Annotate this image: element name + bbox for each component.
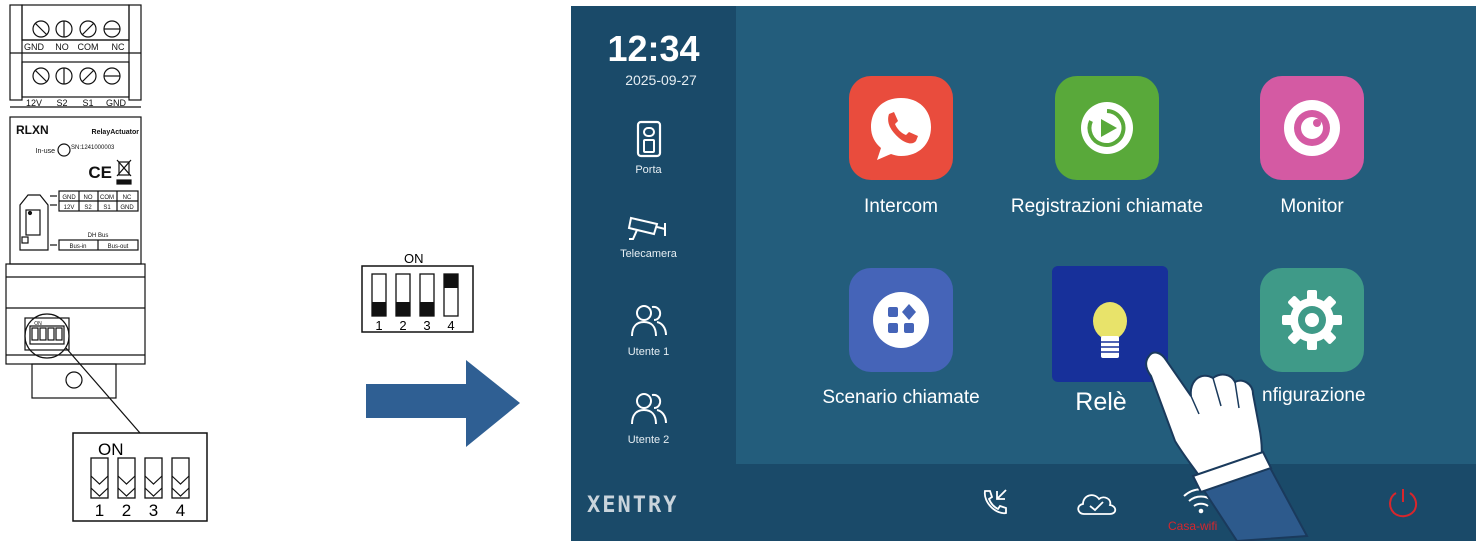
module-brand: RLXN (16, 123, 49, 137)
wiring-cell: S2 (84, 205, 92, 211)
app-intercom[interactable] (849, 76, 953, 180)
app-registrazioni-chiamate[interactable] (1055, 76, 1159, 180)
dip-on-label: ON (404, 251, 424, 266)
wiring-cell: GND (62, 195, 76, 201)
bottom-terminal-block (21, 61, 130, 98)
dip-switch-set: ON 1 2 3 4 (361, 251, 474, 333)
dip-number: 1 (375, 318, 382, 333)
terminal-label: NO (55, 42, 69, 52)
sidebar-item-utente-2[interactable]: Utente 2 (606, 390, 691, 446)
terminal-label: GND (24, 42, 45, 52)
ce-mark: CE (88, 163, 112, 182)
date: 2025-09-27 (625, 72, 697, 88)
dip-number: 3 (423, 318, 430, 333)
wiring-cell: 12V (64, 205, 75, 211)
wiring-cell: NC (123, 195, 132, 201)
module-model: RelayActuator (92, 129, 140, 136)
app-label-intercom: Intercom (864, 196, 938, 217)
playback-icon (1081, 102, 1133, 154)
bus-title: DH Bus (88, 233, 109, 239)
din-clip (31, 363, 117, 399)
dip-zoom-box (72, 432, 208, 522)
dip-switch-3 (419, 273, 435, 317)
power-icon[interactable] (1386, 486, 1420, 520)
sidebar-item-porta[interactable]: Porta (606, 120, 691, 176)
users-icon (630, 305, 667, 337)
clock: 12:34 (607, 28, 700, 69)
terminal-label: GND (106, 98, 127, 108)
dip-switch-1 (371, 273, 387, 317)
app-label-scenario: Scenario chiamate (822, 387, 980, 408)
dip-on-label: ON (98, 440, 124, 459)
sidebar-item-label: Utente 2 (627, 434, 670, 446)
small-dip-label: ON (34, 321, 42, 327)
callout-line (65, 347, 141, 434)
dip-number: 2 (399, 318, 406, 333)
dip-switch-default: ON 1234 (90, 440, 190, 520)
phone-icon (871, 98, 931, 160)
app-grid: Intercom Registrazioni chiamate Monitor (736, 6, 1476, 464)
in-use-led (57, 143, 71, 157)
terminal-label: NC (112, 42, 125, 52)
xentry-logo: XENTRY (587, 494, 678, 516)
sidebar: 12:34 2025-09-27 Porta Telecamera Utente… (571, 6, 736, 466)
wiring-cell: COM (100, 195, 114, 201)
dip-number: 1 (95, 501, 104, 520)
bus-in-label: Bus-in (69, 244, 86, 250)
bus-out-label: Bus-out (108, 244, 129, 250)
dip-switch-1 (90, 457, 109, 499)
sidebar-item-label: Porta (635, 164, 662, 176)
indoor-monitor-screen: 12:34 2025-09-27 Porta Telecamera Utente… (571, 6, 1476, 541)
dip-switch-2 (395, 273, 411, 317)
terminal-label: S2 (56, 98, 67, 108)
cloud-icon[interactable] (1074, 488, 1120, 518)
dip-number: 2 (122, 501, 131, 520)
pointing-hand-icon (1145, 351, 1309, 541)
dip-number: 4 (447, 318, 454, 333)
dip-number: 4 (176, 501, 185, 520)
terminal-label: S1 (82, 98, 93, 108)
sidebar-item-label: Telecamera (620, 248, 677, 260)
in-use-label: In-use (36, 148, 56, 155)
app-label-monitor: Monitor (1280, 196, 1344, 217)
camera-icon (627, 216, 666, 240)
sidebar-item-utente-1[interactable]: Utente 1 (606, 302, 691, 358)
sidebar-item-telecamera[interactable]: Telecamera (606, 212, 691, 260)
wiring-cell: GND (120, 205, 134, 211)
module-lower-body (5, 263, 146, 365)
dip-switch-3 (144, 457, 163, 499)
wiring-cell: S1 (103, 205, 111, 211)
wiring-cell: NO (84, 195, 93, 201)
app-scenario-chiamate[interactable] (849, 268, 953, 372)
dip-switch-4 (443, 273, 459, 317)
clip-hole-icon (65, 371, 83, 389)
terminal-label: COM (78, 42, 99, 52)
xentry-logo-text: XENTRY (587, 494, 678, 516)
dip-switch-2 (117, 457, 136, 499)
app-label-registrazioni: Registrazioni chiamate (1010, 196, 1204, 217)
top-terminal-block (21, 4, 130, 41)
relay-module-diagram: GND NO COM NC 12V S2 S1 GND RLXN RelayAc… (5, 4, 520, 522)
module-side-sketch (19, 194, 49, 251)
terminal-label: 12V (26, 98, 42, 108)
right-arrow-icon (366, 360, 520, 447)
eye-icon (1284, 100, 1340, 156)
serial-number: SN:1241000003 (71, 145, 115, 151)
dip-number: 3 (149, 501, 158, 520)
door-icon (636, 120, 661, 158)
dip-switch-4 (171, 457, 190, 499)
sidebar-item-label: Utente 1 (627, 346, 670, 358)
app-monitor[interactable] (1260, 76, 1364, 180)
scene-icon (873, 292, 929, 348)
users-icon (630, 393, 667, 425)
call-log-icon[interactable] (979, 487, 1009, 517)
